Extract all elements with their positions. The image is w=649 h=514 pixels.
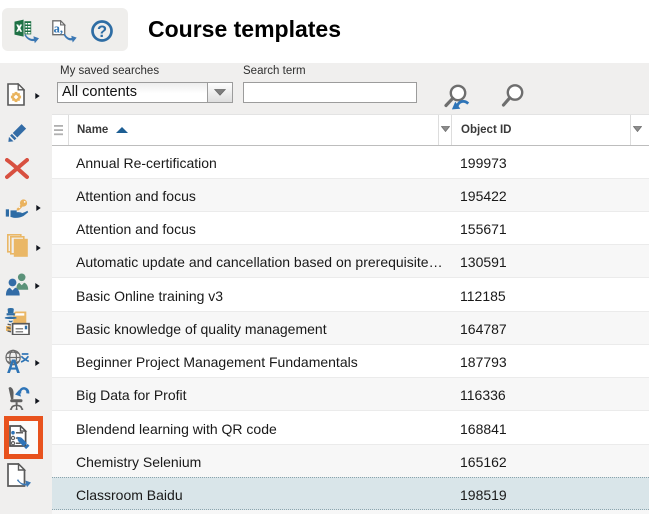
svg-text:?: ? bbox=[97, 23, 107, 41]
svg-text:A: A bbox=[7, 357, 21, 374]
svg-text:a,: a, bbox=[54, 22, 63, 36]
